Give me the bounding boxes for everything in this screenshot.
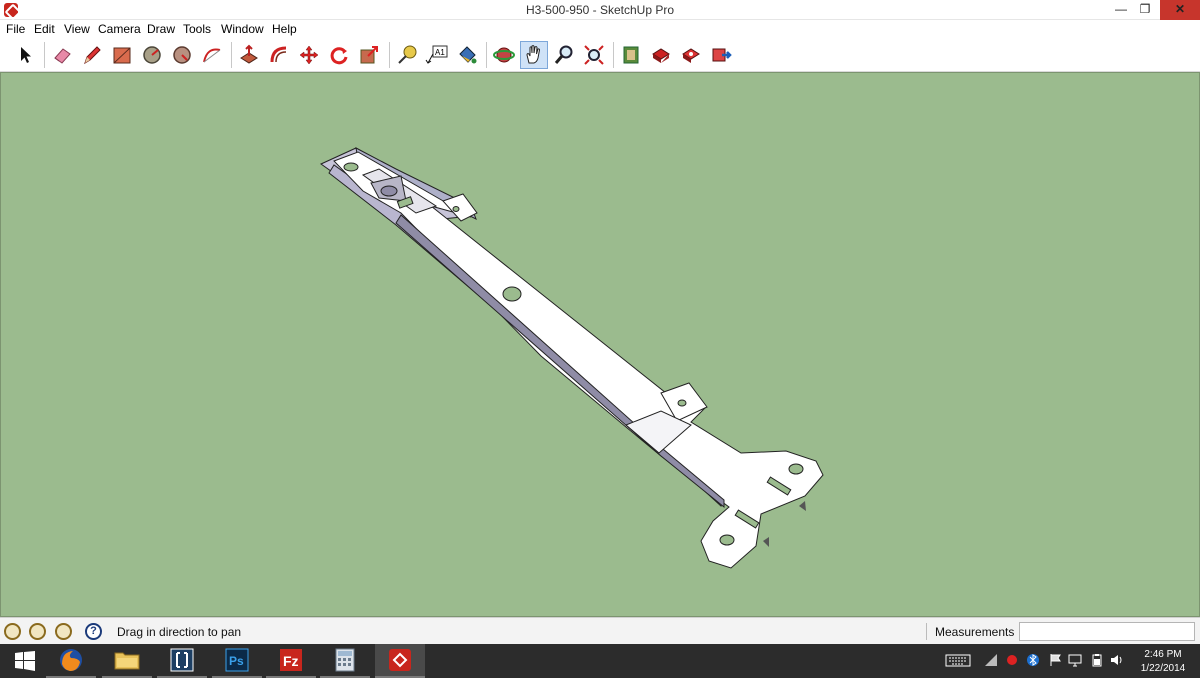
flag-icon[interactable] — [1048, 653, 1062, 667]
power-icon[interactable] — [1090, 653, 1104, 667]
menu-bar: File Edit View Camera Draw Tools Window … — [0, 20, 1200, 38]
sketchup-icon[interactable] — [375, 644, 425, 678]
record-icon[interactable] — [1005, 653, 1019, 667]
get-models-icon[interactable] — [677, 41, 705, 69]
paint-bucket-icon[interactable] — [453, 41, 481, 69]
taskbar: Ps Fz 2:46 PM 1/22/2014 — [0, 644, 1200, 678]
pan-icon[interactable] — [520, 41, 548, 69]
sign-in-icon[interactable] — [55, 623, 72, 640]
app-icon[interactable] — [157, 644, 207, 678]
menu-draw[interactable]: Draw — [147, 22, 175, 36]
keyboard-icon[interactable] — [945, 653, 971, 667]
calculator-icon[interactable] — [320, 644, 370, 678]
arc-icon[interactable] — [198, 41, 226, 69]
toolbar-separator — [231, 42, 232, 68]
network-icon[interactable] — [984, 653, 998, 667]
status-hint: Drag in direction to pan — [117, 625, 242, 639]
circle-icon[interactable] — [138, 41, 166, 69]
close-button[interactable]: ✕ — [1160, 0, 1200, 20]
monitor-icon[interactable] — [1068, 653, 1082, 667]
toolbar-separator — [613, 42, 614, 68]
credits-icon[interactable] — [29, 623, 46, 640]
svg-text:Ps: Ps — [229, 654, 244, 668]
toolbar-separator — [389, 42, 390, 68]
help-icon[interactable]: ? — [85, 623, 102, 640]
select-icon[interactable] — [12, 41, 40, 69]
menu-edit[interactable]: Edit — [34, 22, 55, 36]
scale-icon[interactable] — [355, 41, 383, 69]
push-pull-icon[interactable] — [235, 41, 263, 69]
zoom-extents-icon[interactable] — [580, 41, 608, 69]
tape-measure-icon[interactable] — [393, 41, 421, 69]
menu-camera[interactable]: Camera — [98, 22, 141, 36]
minimize-button[interactable]: — — [1107, 0, 1135, 20]
clock-date[interactable]: 1/22/2014 — [1134, 663, 1192, 674]
menu-help[interactable]: Help — [272, 22, 297, 36]
maximize-button[interactable]: ❐ — [1135, 0, 1155, 20]
window-title: H3-500-950 - SketchUp Pro — [525, 3, 675, 17]
move-icon[interactable] — [295, 41, 323, 69]
polygon-icon[interactable] — [168, 41, 196, 69]
measurements-label: Measurements — [935, 625, 1015, 639]
drawing-viewport[interactable] — [0, 72, 1200, 617]
volume-icon[interactable] — [1110, 653, 1124, 667]
firefox-icon[interactable] — [46, 644, 96, 678]
toolbar-separator — [486, 42, 487, 68]
clock-time[interactable]: 2:46 PM — [1138, 649, 1188, 660]
bracket-model — [320, 147, 824, 569]
rectangle-icon[interactable] — [108, 41, 136, 69]
menu-window[interactable]: Window — [221, 22, 264, 36]
measurements-input[interactable] — [1019, 622, 1195, 641]
windows-start-icon[interactable] — [0, 644, 50, 678]
toolbar-separator — [44, 42, 45, 68]
3d-warehouse-icon[interactable] — [617, 41, 645, 69]
title-bar: H3-500-950 - SketchUp Pro — ❐ ✕ — [0, 0, 1200, 20]
menu-view[interactable]: View — [64, 22, 90, 36]
follow-me-icon[interactable] — [265, 41, 293, 69]
file-explorer-icon[interactable] — [102, 644, 152, 678]
pencil-icon[interactable] — [78, 41, 106, 69]
dimension-text-icon[interactable]: A1 — [423, 41, 451, 69]
orbit-icon[interactable] — [490, 41, 518, 69]
eraser-icon[interactable] — [48, 41, 76, 69]
bluetooth-icon[interactable] — [1026, 653, 1040, 667]
rotate-icon[interactable] — [325, 41, 353, 69]
geo-location-icon[interactable] — [4, 623, 21, 640]
photoshop-icon[interactable]: Ps — [212, 644, 262, 678]
share-model-icon[interactable] — [647, 41, 675, 69]
filezilla-icon[interactable]: Fz — [266, 644, 316, 678]
status-bar: ? Drag in direction to pan Measurements — [0, 617, 1200, 644]
menu-tools[interactable]: Tools — [183, 22, 211, 36]
svg-text:Fz: Fz — [283, 653, 299, 669]
toolbar: A1 — [0, 38, 1200, 72]
menu-file[interactable]: File — [6, 22, 25, 36]
extension-warehouse-icon[interactable] — [707, 41, 735, 69]
svg-text:A1: A1 — [435, 48, 445, 57]
status-divider — [926, 623, 927, 640]
zoom-icon[interactable] — [550, 41, 578, 69]
